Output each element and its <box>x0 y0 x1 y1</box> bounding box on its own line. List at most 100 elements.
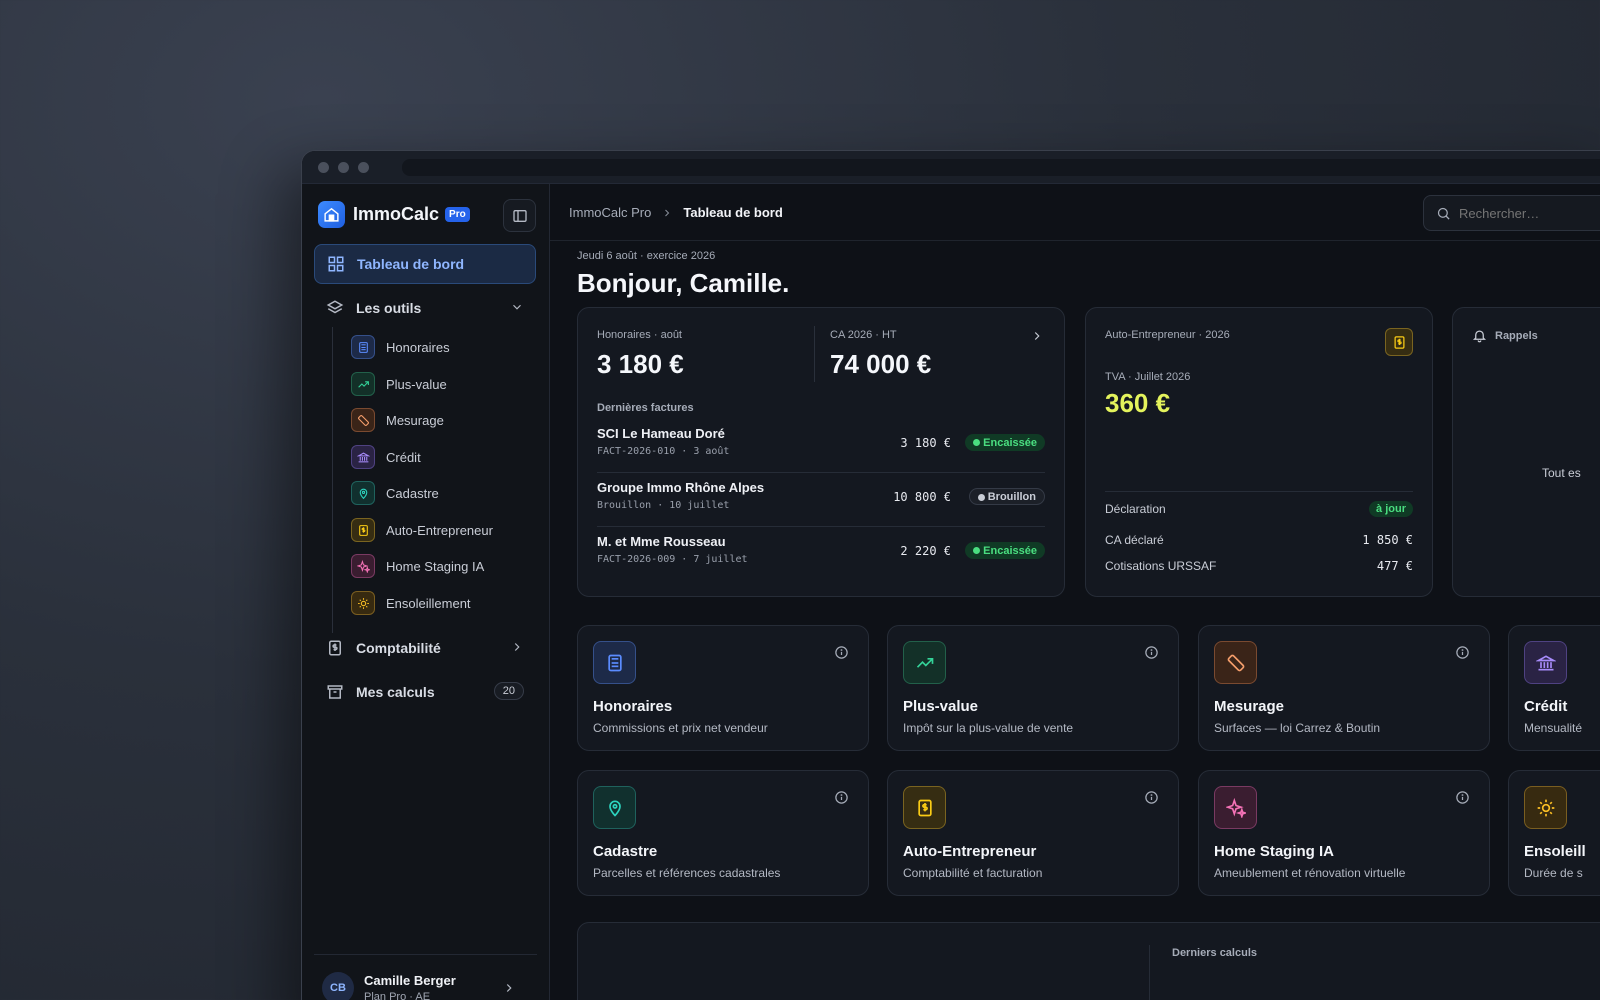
sidebar: ImmoCalc Pro Tableau de bord Les outils … <box>302 184 550 1000</box>
dollar-doc-icon <box>1385 328 1413 356</box>
sidebar-item-label: Honoraires <box>386 339 450 355</box>
chevron-right-icon[interactable] <box>1030 329 1044 343</box>
tool-title: Auto-Entrepreneur <box>903 843 1037 860</box>
sparkles-icon <box>1214 786 1257 829</box>
search-icon <box>1437 207 1450 220</box>
info-icon[interactable] <box>1455 645 1470 660</box>
invoices-title: Dernières factures <box>597 402 694 414</box>
fees-label: Honoraires · août <box>597 329 682 341</box>
status-badge: Brouillon <box>968 488 1045 505</box>
search-box[interactable] <box>1423 195 1600 231</box>
sidebar-group-tools[interactable]: Les outils <box>314 290 536 326</box>
info-icon[interactable] <box>834 790 849 805</box>
invoice-row[interactable]: M. et Mme Rousseau FACT-2026-009 · 7 jui… <box>597 534 1045 588</box>
map-pin-icon <box>351 481 375 505</box>
sun-icon <box>351 591 375 615</box>
date-line: Jeudi 6 août · exercice 2026 <box>577 250 716 262</box>
map-pin-icon <box>593 786 636 829</box>
tool-description: Parcelles et références cadastrales <box>593 866 781 880</box>
sun-icon <box>1524 786 1567 829</box>
main-content: ImmoCalc Pro Tableau de bord Jeudi 6 aoû… <box>550 184 1600 1000</box>
sidebar-group-label: Les outils <box>356 300 422 316</box>
sidebar-item-label: Ensoleillement <box>386 595 471 611</box>
window-zoom-dot[interactable] <box>358 162 369 173</box>
sidebar-item-mes-calculs[interactable]: Mes calculs 20 <box>314 674 536 710</box>
invoice-amount: 3 180 € <box>900 436 951 450</box>
breadcrumb: ImmoCalc Pro Tableau de bord <box>569 205 783 220</box>
user-plan: Plan Pro · AE <box>364 991 431 1000</box>
app-window: ImmoCalc Pro Tableau de bord Les outils … <box>301 150 1600 1000</box>
tool-description: Impôt sur la plus-value de vente <box>903 721 1074 735</box>
tool-card-ensoleillement[interactable]: Ensoleill Durée de s <box>1508 770 1600 896</box>
address-bar[interactable] <box>402 159 1600 176</box>
urssaf-value: 477 € <box>1376 559 1413 573</box>
tool-card-honoraires[interactable]: Honoraires Commissions et prix net vende… <box>577 625 869 751</box>
window-minimize-dot[interactable] <box>338 162 349 173</box>
urssaf-label: Cotisations URSSAF <box>1105 559 1217 573</box>
bell-icon <box>1472 330 1487 343</box>
sidebar-item-mesurage[interactable]: Mesurage <box>351 407 444 433</box>
recent-calcs-card: Derniers calculs <box>577 922 1600 1000</box>
tool-description: Mensualité <box>1524 721 1583 735</box>
trending-up-icon <box>351 372 375 396</box>
calculations-count-badge: 20 <box>493 682 524 700</box>
sidebar-item-honoraires[interactable]: Honoraires <box>351 334 450 360</box>
breadcrumb-current: Tableau de bord <box>683 205 783 220</box>
window-close-dot[interactable] <box>318 162 329 173</box>
sidebar-item-auto-entrepreneur[interactable]: Auto-Entrepreneur <box>351 517 493 543</box>
brand[interactable]: ImmoCalc Pro <box>318 201 470 228</box>
user-menu[interactable]: CB Camille Berger Plan Pro · AE <box>322 972 516 1000</box>
tool-card-home-staging[interactable]: Home Staging IA Ameublement et rénovatio… <box>1198 770 1490 896</box>
divider <box>314 954 537 955</box>
topbar: ImmoCalc Pro Tableau de bord <box>550 184 1600 241</box>
chevron-down-icon <box>513 304 521 310</box>
sidebar-item-comptabilite[interactable]: Comptabilité <box>314 630 536 666</box>
info-icon[interactable] <box>1144 645 1159 660</box>
tool-card-mesurage[interactable]: Mesurage Surfaces — loi Carrez & Boutin <box>1198 625 1490 751</box>
tool-card-cadastre[interactable]: Cadastre Parcelles et références cadastr… <box>577 770 869 896</box>
fees-card[interactable]: Honoraires · août 3 180 € CA 2026 · HT 7… <box>577 307 1065 597</box>
tva-value: 360 € <box>1105 388 1171 418</box>
avatar: CB <box>322 972 354 1000</box>
sidebar-item-label: Mesurage <box>386 412 444 428</box>
ruler-icon <box>1214 641 1257 684</box>
search-input[interactable] <box>1459 205 1600 221</box>
tool-description: Surfaces — loi Carrez & Boutin <box>1214 721 1381 735</box>
ca-label: CA 2026 · HT <box>830 329 897 341</box>
tool-title: Crédit <box>1524 698 1568 715</box>
ca-value: 74 000 € <box>830 349 932 379</box>
auto-entrepreneur-card[interactable]: Auto-Entrepreneur · 2026 TVA · Juillet 2… <box>1085 307 1433 597</box>
tool-card-auto-entrepreneur[interactable]: Auto-Entrepreneur Comptabilité et factur… <box>887 770 1179 896</box>
recent-calcs-label: Derniers calculs <box>1172 947 1257 959</box>
dollar-doc-icon <box>351 518 375 542</box>
tool-card-plus-value[interactable]: Plus-value Impôt sur la plus-value de ve… <box>887 625 1179 751</box>
sidebar-item-credit[interactable]: Crédit <box>351 444 421 470</box>
plan-badge: Pro <box>445 207 470 222</box>
sidebar-item-label: Plus-value <box>386 376 447 392</box>
sidebar-item-home-staging[interactable]: Home Staging IA <box>351 553 484 579</box>
bank-icon <box>351 445 375 469</box>
sidebar-item-dashboard[interactable]: Tableau de bord <box>314 244 536 284</box>
sidebar-item-label: Auto-Entrepreneur <box>386 522 493 538</box>
sidebar-toggle-button[interactable] <box>503 199 536 232</box>
status-badge: Encaissée <box>965 542 1045 559</box>
info-icon[interactable] <box>1144 790 1159 805</box>
declaration-status-badge: à jour <box>1369 501 1413 517</box>
chevron-right-icon <box>665 209 670 216</box>
divider <box>1149 945 1150 1000</box>
status-badge: Encaissée <box>965 434 1045 451</box>
chevron-right-icon <box>506 984 512 992</box>
info-icon[interactable] <box>1455 790 1470 805</box>
invoice-amount: 2 220 € <box>900 544 951 558</box>
dollar-doc-icon <box>329 640 341 656</box>
sidebar-item-ensoleillement[interactable]: Ensoleillement <box>351 590 471 616</box>
app-name: ImmoCalc <box>353 204 440 224</box>
info-icon[interactable] <box>834 645 849 660</box>
window-titlebar <box>302 151 1600 184</box>
breadcrumb-root[interactable]: ImmoCalc Pro <box>569 205 651 220</box>
divider <box>597 526 1045 527</box>
sidebar-item-plus-value[interactable]: Plus-value <box>351 371 447 397</box>
reminders-card[interactable]: Rappels Tout es <box>1452 307 1600 597</box>
sidebar-item-cadastre[interactable]: Cadastre <box>351 480 439 506</box>
tool-card-credit[interactable]: Crédit Mensualité <box>1508 625 1600 751</box>
